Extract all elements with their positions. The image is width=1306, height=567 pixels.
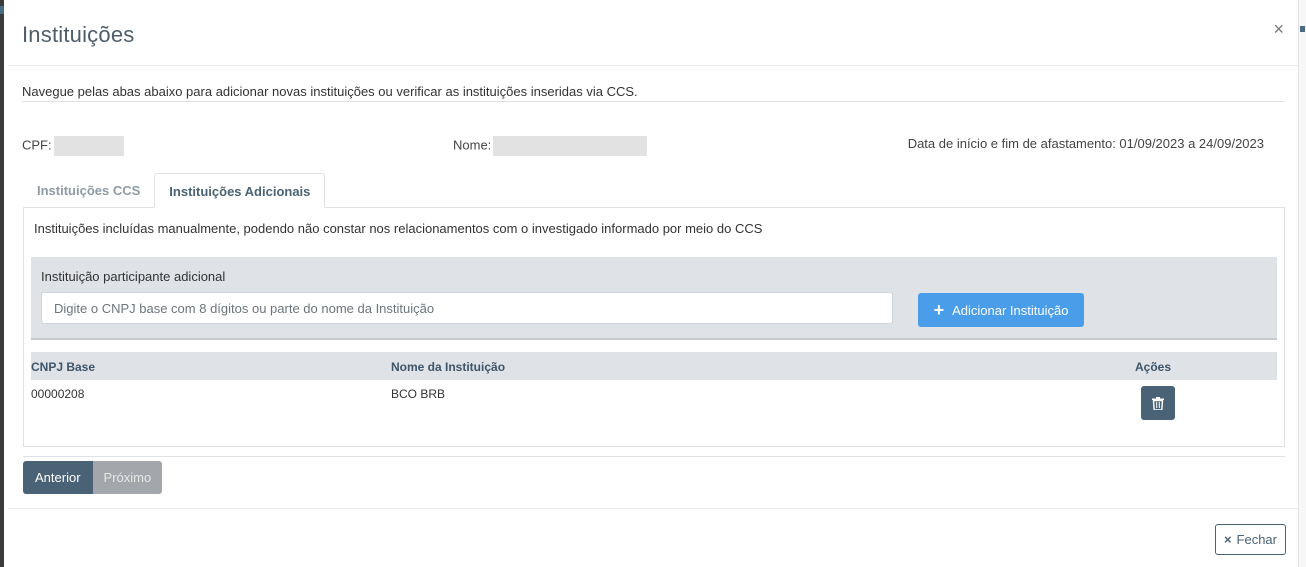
- divider: [22, 101, 1284, 102]
- close-icon[interactable]: ×: [1273, 20, 1284, 38]
- instituicoes-modal: Instituições × Navegue pelas abas abaixo…: [8, 0, 1298, 567]
- nome-value-redacted: [493, 136, 648, 156]
- divider: [8, 508, 1298, 509]
- backdrop-accent: [0, 6, 4, 14]
- column-header-cnpj: CNPJ Base: [31, 360, 96, 374]
- panel-description: Instituições incluídas manualmente, pode…: [34, 221, 763, 236]
- institutions-table: CNPJ Base Nome da Instituição Ações 0000…: [31, 352, 1277, 428]
- fechar-button[interactable]: × Fechar: [1214, 524, 1286, 555]
- table-header: CNPJ Base Nome da Instituição Ações: [31, 352, 1277, 380]
- delete-row-button[interactable]: [1141, 386, 1175, 420]
- next-button[interactable]: Próximo: [92, 461, 163, 494]
- institution-search-input[interactable]: [41, 292, 893, 324]
- institution-field-label: Instituição participante adicional: [41, 269, 226, 284]
- cell-cnpj: 00000208: [31, 387, 85, 401]
- add-institution-label: Adicionar Instituição: [952, 302, 1069, 318]
- tab-instituicoes-adicionais[interactable]: Instituições Adicionais: [154, 173, 326, 208]
- tab-bar: Instituições CCS Instituições Adicionais: [23, 173, 326, 208]
- fechar-label: Fechar: [1236, 532, 1277, 547]
- cell-nome: BCO BRB: [391, 387, 446, 401]
- column-header-acoes: Ações: [1135, 360, 1172, 374]
- pager: Anterior Próximo: [23, 461, 163, 494]
- intro-text: Navegue pelas abas abaixo para adicionar…: [22, 84, 638, 99]
- backdrop-left-edge: [0, 0, 4, 567]
- previous-button[interactable]: Anterior: [23, 461, 93, 494]
- cpf-info: CPF:: [22, 136, 124, 156]
- column-header-nome: Nome da Instituição: [391, 360, 506, 374]
- add-institution-button[interactable]: + Adicionar Instituição: [918, 293, 1084, 327]
- afastamento-dates: Data de início e fim de afastamento: 01/…: [907, 136, 1264, 151]
- table-row: 00000208 BCO BRB: [31, 380, 1277, 428]
- nome-info: Nome:: [453, 136, 648, 156]
- tab-panel: Instituições incluídas manualmente, pode…: [23, 207, 1285, 447]
- cpf-value-redacted: [53, 136, 124, 156]
- divider: [23, 456, 1285, 457]
- tab-instituicoes-ccs[interactable]: Instituições CCS: [23, 173, 154, 208]
- close-icon: ×: [1223, 532, 1232, 547]
- modal-title: Instituições: [22, 22, 135, 47]
- plus-icon: +: [933, 300, 945, 320]
- backdrop-right-edge: [1298, 0, 1306, 567]
- trash-icon: [1152, 396, 1164, 410]
- add-institution-form: Instituição participante adicional + Adi…: [31, 257, 1277, 340]
- backdrop-accent: [1300, 26, 1305, 32]
- cpf-label: CPF:: [22, 137, 52, 153]
- modal-header: Instituições ×: [8, 0, 1298, 66]
- nome-label: Nome:: [453, 137, 492, 153]
